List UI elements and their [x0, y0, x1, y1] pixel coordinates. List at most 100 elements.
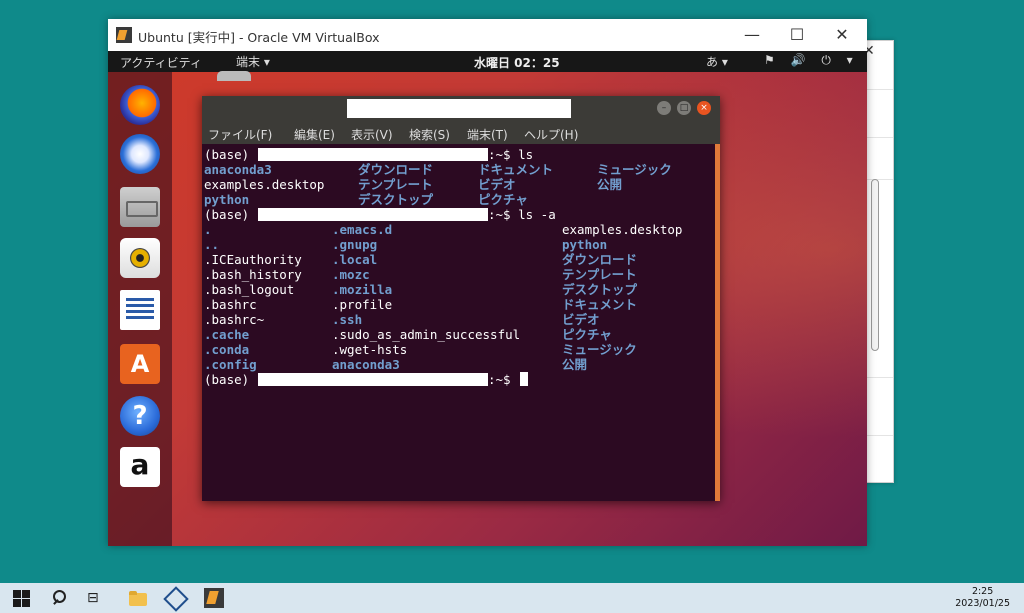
menu-edit[interactable]: 編集(E)	[294, 126, 335, 143]
minimize-button[interactable]: —	[729, 23, 775, 47]
ls-entry: テンプレート	[358, 177, 433, 192]
menu-view[interactable]: 表示(V)	[351, 126, 393, 143]
ubuntu-top-bar: アクティビティ 端末 ▾ 水曜日 02：25 あ ▾ ⚑ 🔊 ⏻ ▾	[108, 51, 867, 72]
software-store-icon[interactable]: A	[120, 344, 160, 384]
help-icon[interactable]: ?	[120, 396, 160, 436]
redacted-user	[258, 208, 488, 221]
lsa-entry: .ICEauthority	[204, 252, 302, 267]
terminal-maximize-button[interactable]: □	[677, 101, 691, 115]
activities-button[interactable]: アクティビティ	[120, 54, 202, 71]
lsa-entry: .bashrc	[204, 297, 257, 312]
prompt-prefix: (base)	[204, 207, 250, 222]
task-view-icon[interactable]: ⊟	[87, 588, 107, 608]
ls-entry: ピクチャ	[478, 192, 528, 207]
ls-entry: ビデオ	[478, 177, 516, 192]
virtualbox-app-icon	[116, 27, 132, 43]
taskbar-clock[interactable]: 2:25 2023/01/25	[955, 586, 1010, 610]
virtualbox-manager-icon[interactable]	[165, 588, 185, 608]
amazon-icon[interactable]: a	[120, 447, 160, 487]
taskbar-date: 2023/01/25	[955, 598, 1010, 609]
prompt-prefix: (base)	[204, 147, 250, 162]
close-button[interactable]: ✕	[819, 23, 865, 47]
menu-help[interactable]: ヘルプ(H)	[524, 126, 578, 143]
lsa-entry: .conda	[204, 342, 250, 357]
terminal-output[interactable]: (base) :~$ ls anaconda3 examples.desktop…	[202, 144, 716, 501]
terminal-close-button[interactable]: ×	[697, 101, 711, 115]
lsa-entry: ドキュメント	[562, 297, 638, 312]
lsa-entry: .config	[204, 357, 257, 372]
menu-search[interactable]: 検索(S)	[409, 126, 450, 143]
redacted-user	[258, 373, 488, 386]
lsa-entry: ダウンロード	[562, 252, 638, 267]
lsa-entry: .emacs.d	[332, 222, 393, 237]
search-icon[interactable]	[50, 588, 70, 608]
lsa-entry: .local	[332, 252, 378, 267]
lsa-entry: .mozilla	[332, 282, 393, 297]
libreoffice-writer-icon[interactable]	[120, 290, 160, 330]
terminal-menubar: ファイル(F) 編集(E) 表示(V) 検索(S) 端末(T) ヘルプ(H)	[202, 122, 720, 144]
ubuntu-desktop[interactable]: アクティビティ 端末 ▾ 水曜日 02：25 あ ▾ ⚑ 🔊 ⏻ ▾ A ? a	[108, 51, 867, 546]
lsa-entry: ビデオ	[562, 312, 600, 327]
ls-entry: ドキュメント	[478, 162, 554, 177]
terminal-window[interactable]: – □ × ファイル(F) 編集(E) 表示(V) 検索(S) 端末(T) ヘル…	[202, 96, 720, 501]
lsa-entry: .cache	[204, 327, 250, 342]
lsa-entry: ミュージック	[562, 342, 637, 357]
system-tray-icons[interactable]: ⚑ 🔊 ⏻ ▾	[764, 53, 859, 68]
vbox-titlebar[interactable]: Ubuntu [実行中] - Oracle VM VirtualBox — ☐ …	[108, 19, 867, 51]
terminal-titlebar[interactable]: – □ ×	[202, 96, 720, 122]
virtualbox-window: Ubuntu [実行中] - Oracle VM VirtualBox — ☐ …	[108, 19, 867, 546]
lsa-entry: anaconda3	[332, 357, 400, 372]
prompt-suffix: :~$	[488, 372, 511, 387]
prompt-command-ls: :~$ ls	[488, 147, 534, 162]
lsa-entry: .	[204, 222, 212, 237]
lsa-entry: テンプレート	[562, 267, 637, 282]
rhythmbox-icon[interactable]	[120, 238, 160, 278]
terminal-scrollbar[interactable]	[715, 144, 720, 501]
lsa-entry: python	[562, 237, 608, 252]
ls-entry: ダウンロード	[358, 162, 434, 177]
lsa-entry: デスクトップ	[562, 282, 638, 297]
ubuntu-vm-taskbar-icon[interactable]	[204, 588, 224, 608]
menu-file[interactable]: ファイル(F)	[208, 126, 272, 143]
prompt-prefix: (base)	[204, 372, 250, 387]
drive-icon[interactable]	[217, 71, 251, 81]
lsa-entry: .profile	[332, 297, 393, 312]
prompt-command-ls-a: :~$ ls -a	[488, 207, 556, 222]
windows-start-icon[interactable]	[12, 588, 32, 608]
ls-entry: ミュージック	[597, 162, 672, 177]
lsa-entry: .bash_history	[204, 267, 302, 282]
redacted-user	[258, 148, 488, 161]
file-explorer-icon[interactable]	[128, 588, 148, 608]
app-menu-terminal[interactable]: 端末 ▾	[236, 53, 270, 70]
lsa-entry: examples.desktop	[562, 222, 683, 237]
lsa-entry: 公開	[562, 357, 588, 372]
terminal-minimize-button[interactable]: –	[657, 101, 671, 115]
lsa-entry: ..	[204, 237, 220, 252]
lsa-entry: .bash_logout	[204, 282, 295, 297]
lsa-entry: .bashrc~	[204, 312, 265, 327]
window-title: Ubuntu [実行中] - Oracle VM VirtualBox	[138, 30, 380, 45]
topbar-clock[interactable]: 水曜日 02：25	[474, 54, 560, 71]
menu-terminal[interactable]: 端末(T)	[467, 126, 508, 143]
redacted-title	[347, 99, 571, 118]
ls-entry: python	[204, 192, 250, 207]
lsa-entry: .ssh	[332, 312, 363, 327]
files-icon[interactable]	[120, 187, 160, 227]
text-cursor	[520, 372, 528, 386]
windows-taskbar: ⊟ 2:25 2023/01/25	[0, 583, 1024, 613]
ls-entry: 公開	[597, 177, 623, 192]
ls-entry: examples.desktop	[204, 177, 325, 192]
lsa-entry: .wget-hsts	[332, 342, 408, 357]
lsa-entry: .gnupg	[332, 237, 378, 252]
thunderbird-icon[interactable]	[120, 134, 160, 174]
lsa-entry: ピクチャ	[562, 327, 612, 342]
ubuntu-dock: A ? a	[108, 72, 172, 546]
lsa-entry: .sudo_as_admin_successful	[332, 327, 521, 342]
lsa-entry: .mozc	[332, 267, 370, 282]
taskbar-time: 2:25	[971, 586, 994, 597]
background-scrollbar[interactable]	[871, 179, 879, 351]
input-method-indicator[interactable]: あ ▾	[706, 53, 728, 70]
maximize-button[interactable]: ☐	[774, 23, 820, 47]
firefox-icon[interactable]	[120, 85, 160, 125]
ls-entry: anaconda3	[204, 162, 272, 177]
